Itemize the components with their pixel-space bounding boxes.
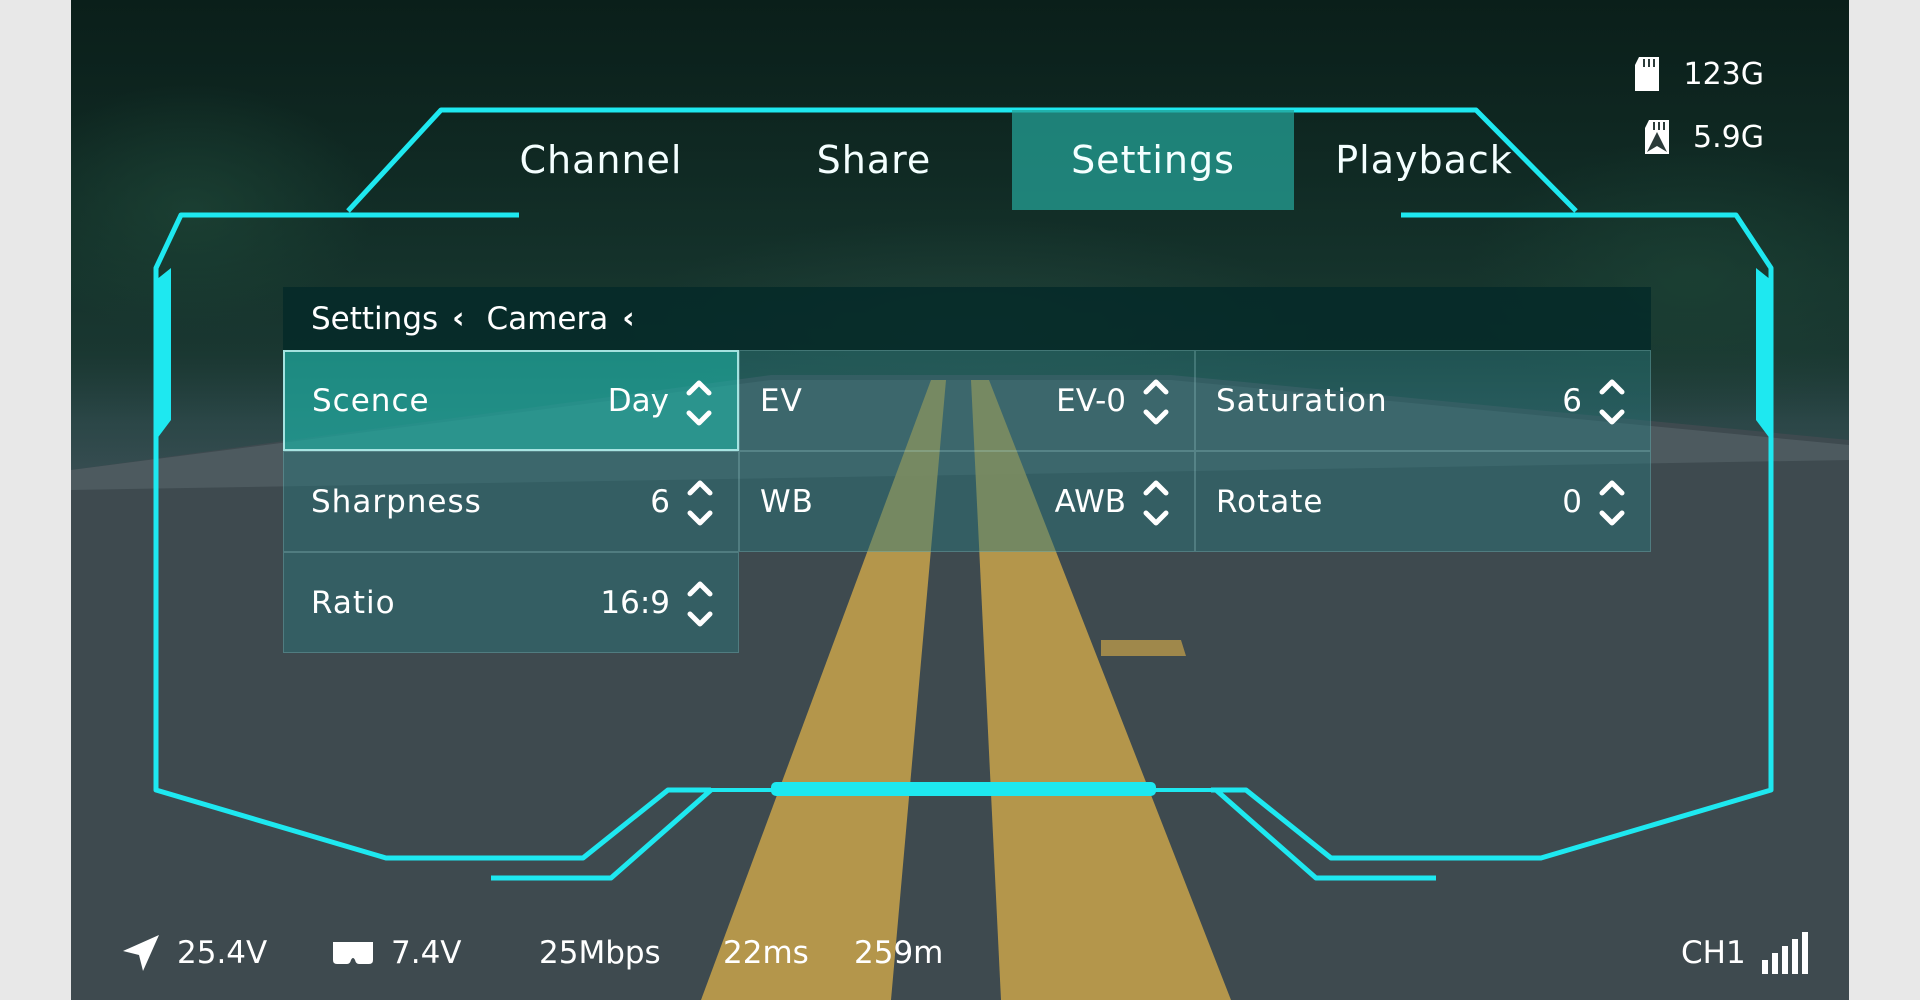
tab-settings-label: Settings (1071, 138, 1235, 182)
signal-bar (1771, 953, 1778, 974)
setting-value: 6 (650, 483, 670, 520)
setting-scence[interactable]: Scence Day (283, 350, 739, 451)
storage-recorded: 5.9G (1641, 118, 1764, 156)
sd-card-upload-icon (1645, 120, 1670, 154)
bitrate-value: 25Mbps (539, 935, 661, 971)
chevron-left-icon: ‹ (452, 301, 465, 336)
setting-value: 16:9 (600, 584, 670, 621)
recorded-size: 5.9G (1693, 119, 1764, 155)
up-down-arrows-icon[interactable] (1598, 375, 1626, 429)
status-bar: 25.4V 7.4V 25Mbps 22ms 259m CH1 (119, 928, 1819, 978)
sd-card-icon (1635, 57, 1660, 91)
signal-bar (1801, 932, 1808, 974)
setting-value: EV-0 (1056, 382, 1126, 419)
distance-value: 259m (854, 935, 944, 971)
signal-bar (1761, 960, 1768, 974)
tab-channel[interactable]: Channel (466, 110, 736, 210)
drone-battery-value: 25.4V (177, 935, 268, 971)
goggles-battery: 7.4V (329, 928, 462, 978)
goggles-battery-value: 7.4V (391, 935, 462, 971)
up-down-arrows-icon[interactable] (686, 577, 714, 631)
channel-indicator: CH1 (1681, 928, 1810, 978)
setting-label: WB (760, 483, 814, 520)
storage-card: 123G (1631, 55, 1764, 93)
up-down-arrows-icon[interactable] (1142, 375, 1170, 429)
setting-label: Scence (312, 382, 430, 419)
tab-playback[interactable]: Playback (1294, 110, 1554, 210)
setting-label: Rotate (1216, 483, 1324, 520)
breadcrumb: Settings ‹ Camera ‹ (283, 287, 1651, 350)
camera-settings-grid: Scence Day EV EV-0 Saturation 6 Sharpnes… (283, 350, 1651, 653)
latency-value: 22ms (723, 935, 809, 971)
setting-value: AWB (1054, 483, 1126, 520)
chevron-left-icon: ‹ (622, 301, 635, 336)
tab-share[interactable]: Share (736, 110, 1012, 210)
breadcrumb-settings[interactable]: Settings (311, 301, 438, 337)
signal-bar (1781, 946, 1788, 974)
fpv-viewport: Channel Share Settings Playback 123G 5.9… (71, 0, 1849, 1000)
setting-sharpness[interactable]: Sharpness 6 (283, 451, 739, 552)
setting-ratio[interactable]: Ratio 16:9 (283, 552, 739, 653)
sd-card-free: 123G (1683, 56, 1764, 92)
setting-value: Day (607, 382, 669, 419)
up-down-arrows-icon[interactable] (1142, 476, 1170, 530)
tab-playback-label: Playback (1335, 138, 1513, 182)
main-tabs: Channel Share Settings Playback (466, 110, 1512, 210)
tab-settings[interactable]: Settings (1012, 110, 1294, 210)
navigation-arrow-icon (123, 935, 159, 971)
setting-saturation[interactable]: Saturation 6 (1195, 350, 1651, 451)
setting-label: Saturation (1216, 382, 1388, 419)
setting-rotate[interactable]: Rotate 0 (1195, 451, 1651, 552)
drone-battery: 25.4V (119, 928, 267, 978)
breadcrumb-camera[interactable]: Camera (487, 301, 609, 337)
signal-bar (1791, 939, 1798, 974)
tab-channel-label: Channel (519, 138, 683, 182)
setting-ev[interactable]: EV EV-0 (739, 350, 1195, 451)
up-down-arrows-icon[interactable] (685, 376, 713, 430)
up-down-arrows-icon[interactable] (686, 476, 714, 530)
settings-panel: Settings ‹ Camera ‹ Scence Day EV EV-0 S… (283, 287, 1651, 653)
setting-wb[interactable]: WB AWB (739, 451, 1195, 552)
channel-value: CH1 (1681, 935, 1746, 971)
setting-label: Sharpness (311, 483, 482, 520)
tab-share-label: Share (816, 138, 932, 182)
setting-value: 0 (1562, 483, 1582, 520)
setting-label: Ratio (311, 584, 396, 621)
goggles-icon (333, 942, 373, 964)
up-down-arrows-icon[interactable] (1598, 476, 1626, 530)
signal-strength-icon (1761, 932, 1808, 974)
setting-label: EV (760, 382, 803, 419)
setting-value: 6 (1562, 382, 1582, 419)
